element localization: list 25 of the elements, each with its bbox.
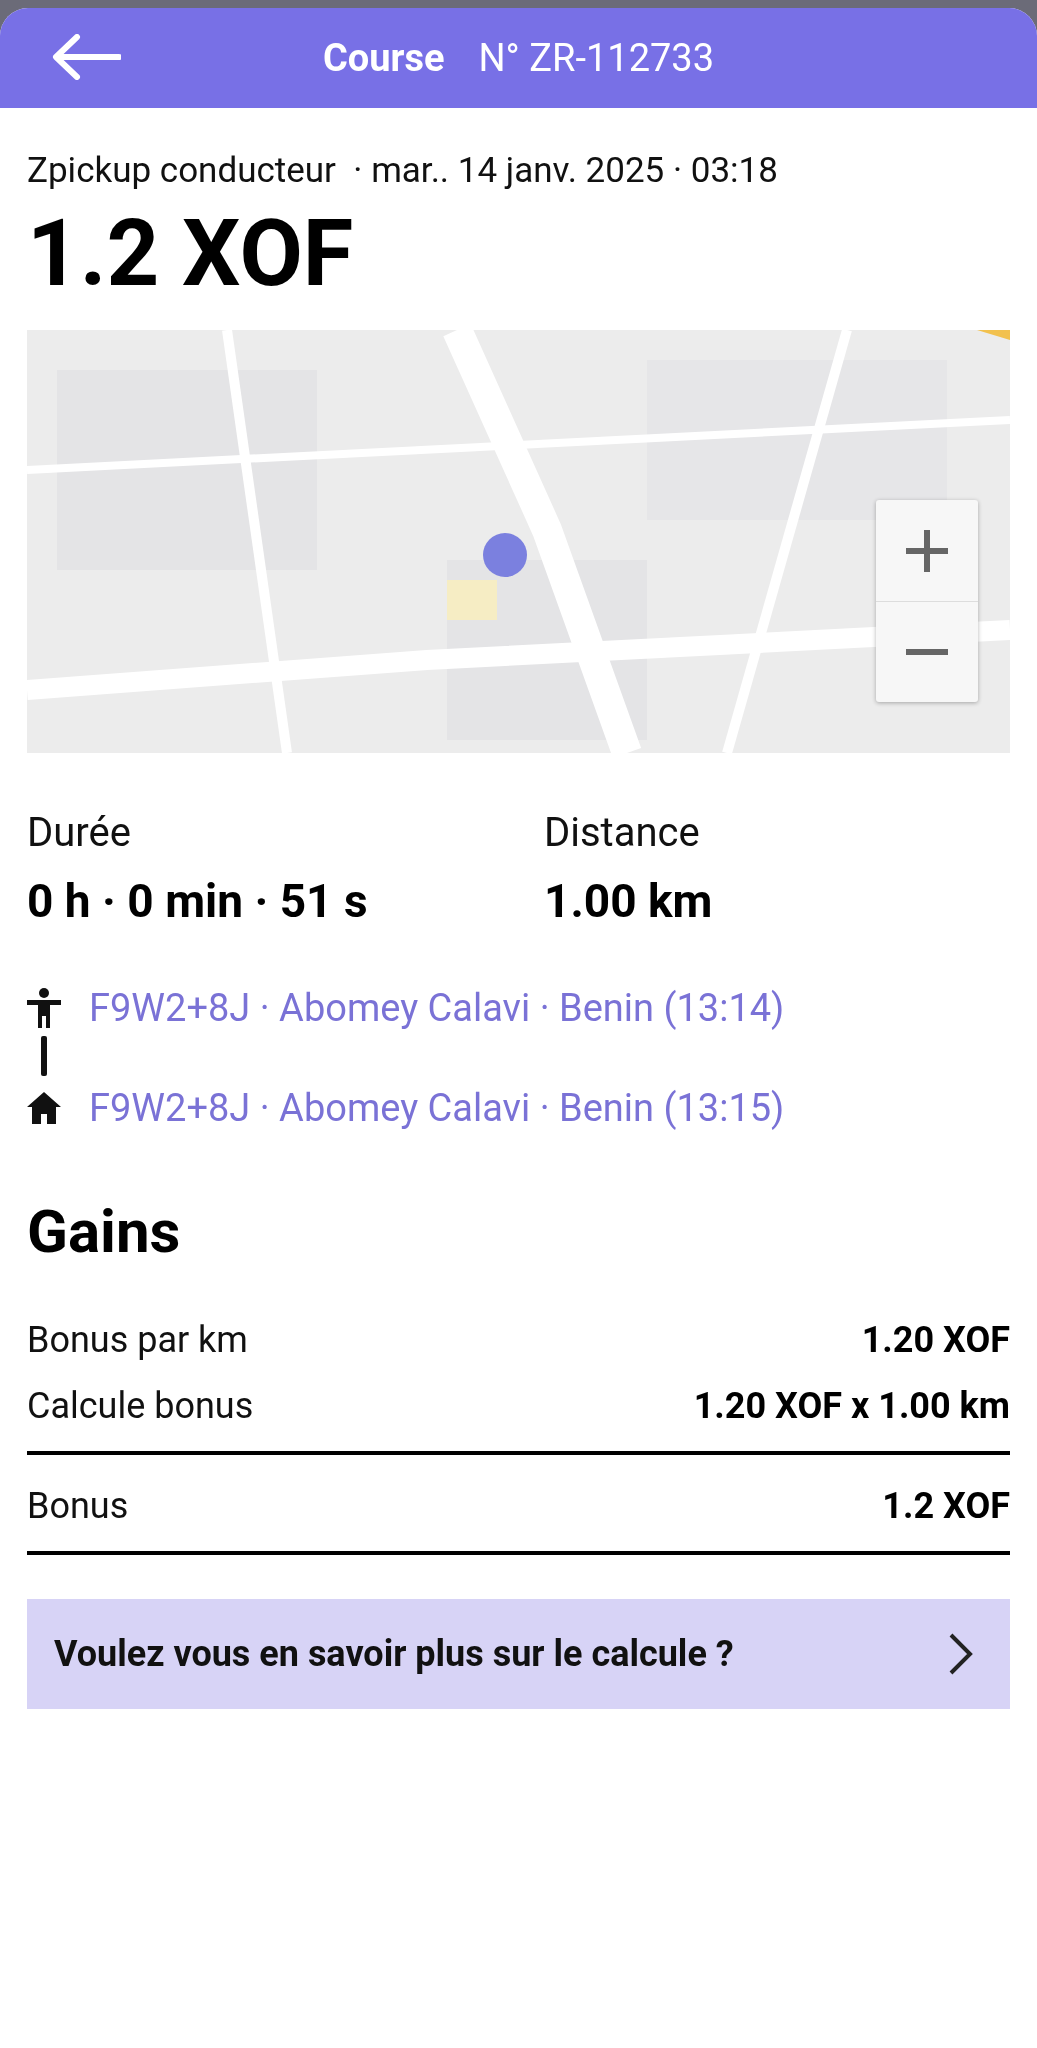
gain-value: 1.20 XOF [861,1319,1010,1362]
stat-value: 1.00 km [544,874,714,929]
ride-price: 1.2 XOF [27,203,355,305]
gain-value: 1.2 XOF [882,1485,1010,1528]
stat-label: Durée [27,809,132,857]
stat-label: Distance [544,809,701,857]
page-title: Course [322,36,445,80]
route-connector [41,1036,47,1077]
home-icon [27,1092,61,1125]
info-button[interactable]: Voulez vous en savoir plus sur le calcule ? [27,1599,1010,1710]
stop-address: F9W2+8J · Abomey Calavi · Benin (13:14) [89,986,785,1031]
stop-address: F9W2+8J · Abomey Calavi · Benin (13:15) [89,1086,785,1131]
gain-label: Bonus [27,1485,129,1528]
gain-label: Bonus par km [27,1319,248,1362]
stat-value: 0 h · 0 min · 51 s [27,874,369,929]
section-heading: Gains [27,1196,182,1268]
minus-icon [904,648,950,657]
person-icon [27,988,61,1029]
plus-icon [904,527,950,574]
gain-value: 1.20 XOF x 1.00 km [693,1385,1010,1428]
gain-label: Calcule bonus [27,1385,254,1428]
back-arrow-icon [51,34,121,80]
ride-meta: Zpickup conducteur · mar.. 14 janv. 2025 · 03:18 [27,150,779,191]
chevron-right-icon [948,1632,974,1677]
ride-number: N° ZR-112733 [478,36,715,80]
